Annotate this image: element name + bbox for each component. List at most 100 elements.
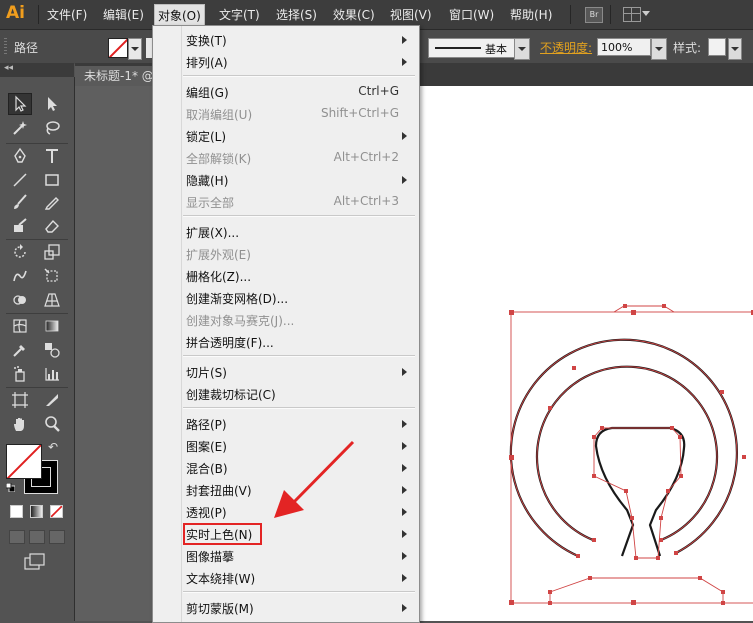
bridge-button[interactable]: Br — [585, 7, 603, 23]
draw-normal-icon[interactable] — [9, 530, 25, 544]
menu-help[interactable]: 帮助(H) — [510, 6, 552, 23]
default-colors-icon[interactable] — [6, 483, 15, 492]
menu-item[interactable]: 图像描摹 — [153, 545, 417, 567]
menu-item[interactable]: 变换(T) — [153, 29, 417, 51]
menu-item[interactable]: 切片(S) — [153, 361, 417, 383]
divider — [6, 143, 68, 144]
divider — [38, 5, 39, 24]
artboard-tool-icon[interactable] — [8, 389, 32, 411]
menu-item[interactable]: 文本绕排(W) — [153, 567, 417, 589]
menu-view[interactable]: 视图(V) — [390, 6, 432, 23]
submenu-arrow-icon — [402, 530, 407, 538]
opacity-dropdown-button[interactable] — [651, 38, 667, 60]
blob-brush-tool-icon[interactable] — [8, 215, 32, 237]
mesh-tool-icon[interactable] — [8, 315, 32, 337]
menu-item-label: 创建渐变网格(D)... — [186, 292, 289, 306]
menu-item-label: 显示全部 — [186, 196, 235, 210]
menu-item: 全部解锁(K) Alt+Ctrl+2 — [153, 147, 417, 169]
rectangle-tool-icon[interactable] — [40, 169, 64, 191]
menu-item[interactable]: 扩展(X)... — [153, 221, 417, 243]
submenu-arrow-icon — [402, 176, 407, 184]
divider — [610, 5, 611, 24]
artboard[interactable] — [413, 86, 753, 621]
menu-item-label: 创建对象马赛克(J)... — [186, 314, 295, 328]
menu-item: 创建对象马赛克(J)... — [153, 309, 417, 331]
eraser-tool-icon[interactable] — [40, 215, 64, 237]
fill-color-swatch[interactable] — [108, 38, 128, 58]
menu-item[interactable]: 剪切蒙版(M) — [153, 597, 417, 619]
draw-behind-icon[interactable] — [29, 530, 45, 544]
lasso-tool-icon[interactable] — [40, 117, 64, 139]
none-mode-icon[interactable] — [50, 505, 63, 518]
menu-item[interactable]: 编组(G) Ctrl+G — [153, 81, 417, 103]
opacity-input[interactable]: 100% — [597, 38, 651, 56]
menu-item[interactable]: 创建裁切标记(C) — [153, 383, 417, 405]
free-transform-tool-icon[interactable] — [40, 265, 64, 287]
menu-item[interactable]: 隐藏(H) — [153, 169, 417, 191]
hand-tool-icon[interactable] — [8, 413, 32, 435]
document-tab[interactable]: 未标题-1* @ — [75, 66, 155, 86]
tools-panel-header[interactable]: ◂◂ — [0, 63, 74, 77]
rotate-tool-icon[interactable] — [8, 241, 32, 263]
submenu-arrow-icon — [402, 604, 407, 612]
menu-item[interactable]: 锁定(L) — [153, 125, 417, 147]
menu-select[interactable]: 选择(S) — [276, 6, 317, 23]
menu-item[interactable]: 路径(P) — [153, 413, 417, 435]
gradient-tool-icon[interactable] — [40, 315, 64, 337]
blend-tool-icon[interactable] — [40, 339, 64, 361]
selection-tool-icon[interactable] — [8, 93, 32, 115]
stroke-profile-select[interactable]: 基本 — [428, 38, 516, 58]
shape-builder-tool-icon[interactable] — [8, 289, 32, 311]
warp-tool-icon[interactable] — [8, 265, 32, 287]
paintbrush-tool-icon[interactable] — [8, 191, 32, 213]
perspective-grid-tool-icon[interactable] — [40, 289, 64, 311]
annotation-arrow-icon — [274, 440, 355, 518]
column-graph-tool-icon[interactable] — [40, 363, 64, 385]
menu-item[interactable]: 排列(A) — [153, 51, 417, 73]
menu-edit[interactable]: 编辑(E) — [103, 6, 144, 23]
type-tool-icon[interactable] — [40, 145, 64, 167]
eyedropper-tool-icon[interactable] — [8, 339, 32, 361]
workspace-layout-icon[interactable] — [623, 7, 641, 22]
menu-item-label: 排列(A) — [186, 56, 228, 70]
grip-handle-icon[interactable] — [4, 38, 7, 56]
graphic-style-swatch[interactable] — [708, 38, 726, 56]
style-dropdown-button[interactable] — [728, 38, 742, 60]
scale-tool-icon[interactable] — [40, 241, 64, 263]
chevron-down-icon[interactable] — [642, 11, 650, 16]
pencil-tool-icon[interactable] — [40, 191, 64, 213]
menu-effect[interactable]: 效果(C) — [333, 6, 375, 23]
color-mode-icon[interactable] — [10, 505, 23, 518]
menu-file[interactable]: 文件(F) — [47, 6, 87, 23]
menu-window[interactable]: 窗口(W) — [449, 6, 494, 23]
menu-item-label: 栅格化(Z)... — [186, 270, 252, 284]
slice-tool-icon[interactable] — [40, 389, 64, 411]
fill-color-box[interactable] — [6, 444, 42, 479]
menu-type[interactable]: 文字(T) — [219, 6, 260, 23]
menu-item[interactable]: 栅格化(Z)... — [153, 265, 417, 287]
zoom-tool-icon[interactable] — [40, 413, 64, 435]
menu-item[interactable]: 拼合透明度(F)... — [153, 331, 417, 353]
menu-item-label: 图像描摹 — [186, 550, 235, 564]
direct-selection-tool-icon[interactable] — [40, 93, 64, 115]
screen-mode-icon[interactable] — [24, 553, 46, 571]
menu-item[interactable]: 创建渐变网格(D)... — [153, 287, 417, 309]
line-tool-icon[interactable] — [8, 169, 32, 191]
tools-panel: ↶ — [0, 77, 75, 621]
pen-tool-icon[interactable] — [8, 145, 32, 167]
divider — [6, 313, 68, 314]
magic-wand-tool-icon[interactable] — [8, 117, 32, 139]
collapse-icon[interactable]: ◂◂ — [4, 63, 13, 73]
menu-item-label: 取消编组(U) — [186, 108, 253, 122]
menu-object[interactable]: 对象(O) — [154, 4, 205, 27]
symbol-sprayer-tool-icon[interactable] — [8, 363, 32, 385]
stroke-dropdown-button[interactable] — [514, 38, 530, 60]
swap-fill-stroke-icon[interactable]: ↶ — [48, 440, 58, 454]
opacity-link[interactable]: 不透明度: — [540, 39, 592, 56]
draw-inside-icon[interactable] — [49, 530, 65, 544]
fill-dropdown-button[interactable] — [128, 38, 142, 60]
style-label: 样式: — [673, 41, 702, 55]
submenu-arrow-icon — [402, 442, 407, 450]
gradient-mode-icon[interactable] — [30, 505, 43, 518]
menu-item-label: 变换(T) — [186, 34, 227, 48]
